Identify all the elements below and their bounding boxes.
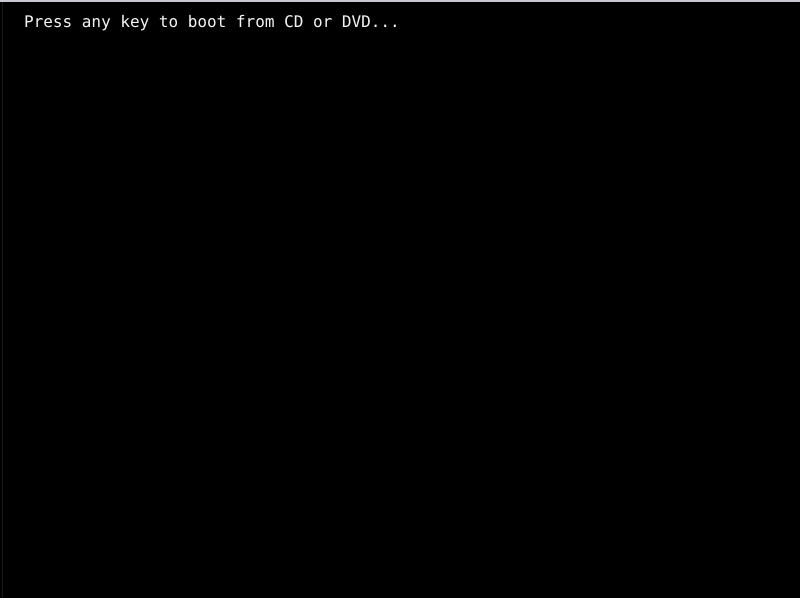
screen-left-border (2, 2, 3, 598)
console-output-area[interactable] (3, 2, 800, 598)
boot-prompt-text: Press any key to boot from CD or DVD... (24, 12, 400, 31)
boot-screen[interactable]: Press any key to boot from CD or DVD... (0, 0, 800, 598)
screen-top-border (0, 0, 800, 2)
